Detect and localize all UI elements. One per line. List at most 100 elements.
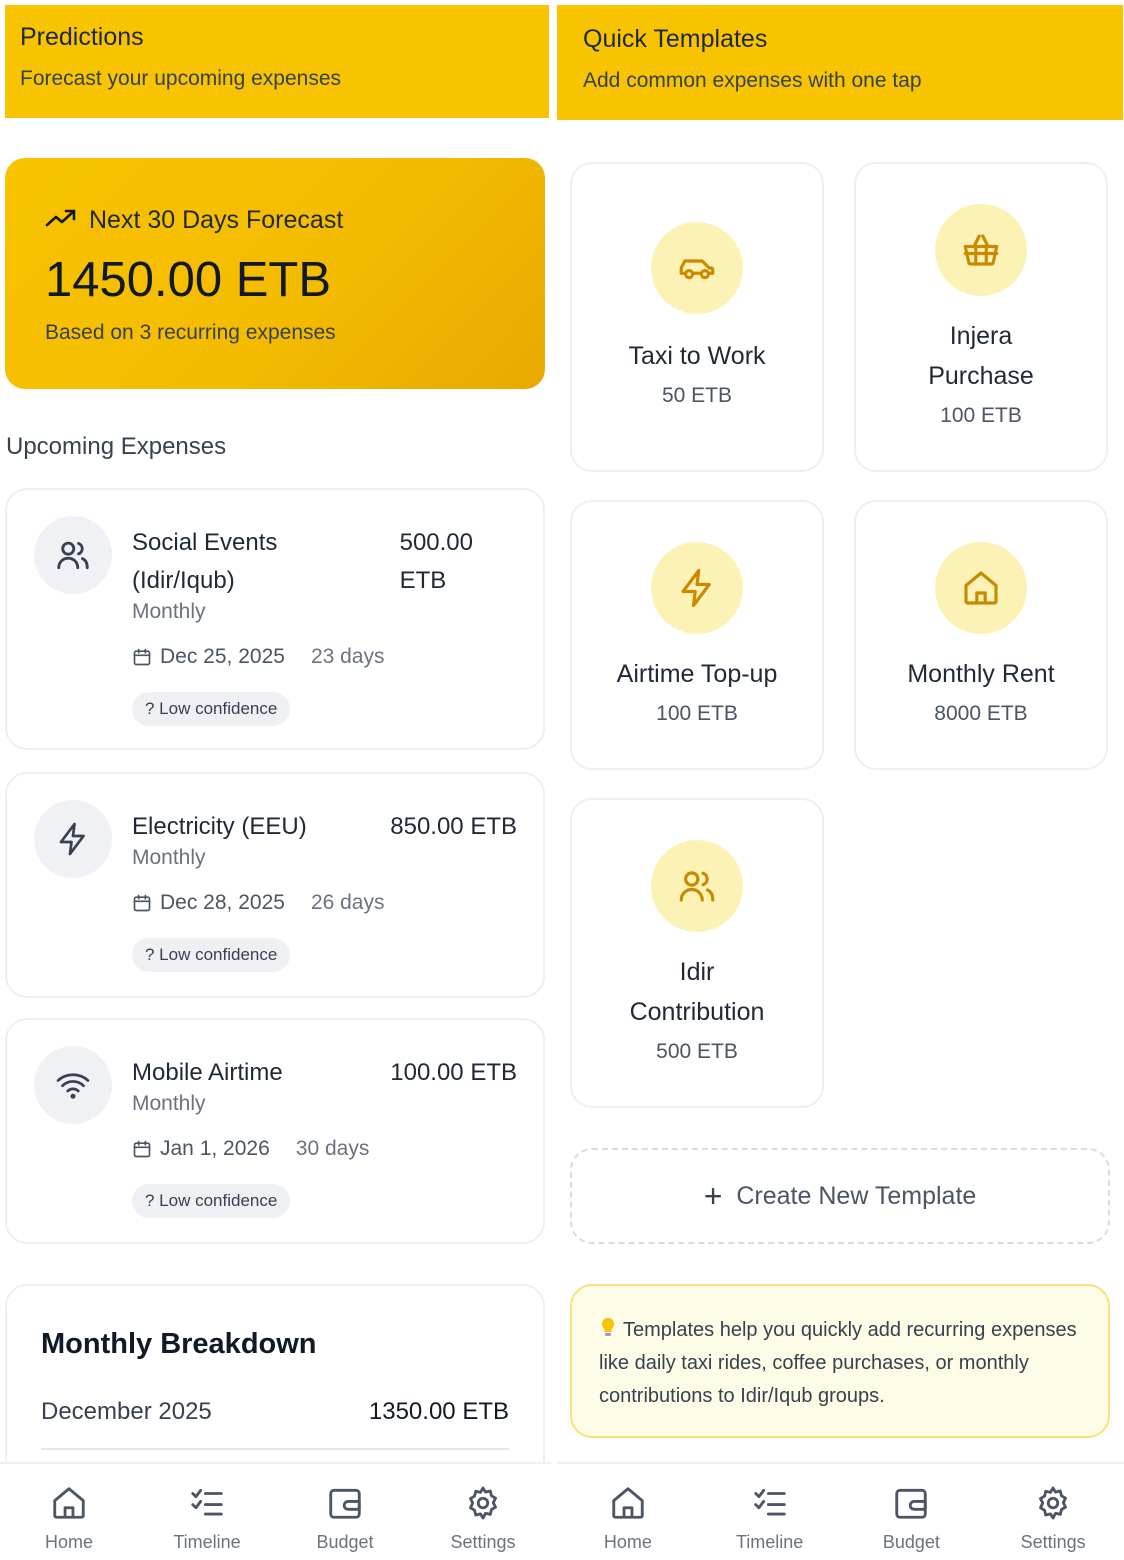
car-icon (679, 259, 715, 280)
nav-label: Budget (316, 1532, 374, 1552)
template-monthly-rent[interactable]: Monthly Rent 8000 ETB (854, 500, 1108, 770)
expense-name: Social Events (Idir/Iqub) (132, 529, 278, 594)
wallet-icon (329, 1488, 361, 1519)
expense-days-left: 23 days (310, 645, 385, 668)
calendar-icon (133, 894, 151, 912)
expense-amount: 850.00 ETB (390, 813, 517, 840)
breakdown-value: 1350.00 ETB (368, 1398, 509, 1425)
home-icon (612, 1487, 644, 1519)
nav-settings[interactable]: Settings (414, 1464, 552, 1560)
create-new-template-button[interactable]: + Create New Template (570, 1148, 1110, 1244)
home-icon (964, 571, 998, 605)
expense-card[interactable]: Social Events (Idir/Iqub) 500.00 ETB Month… (5, 488, 545, 750)
expense-date-row: Jan 1, 2026 30 days (132, 1137, 369, 1161)
template-name: Taxi to Work (628, 342, 766, 370)
create-template-label: Create New Template (736, 1181, 977, 1210)
expense-icon-circle (34, 1046, 112, 1124)
home-icon (53, 1487, 85, 1519)
template-amount: 100 ETB (656, 702, 738, 725)
breakdown-month: December 2025 (41, 1398, 212, 1425)
expense-icon-circle (34, 516, 112, 594)
bottom-nav: Home Timeline Budget Settings (0, 1462, 552, 1560)
expense-frequency: Monthly (132, 600, 206, 623)
template-icon-circle (651, 840, 743, 932)
template-name: Airtime Top-up (616, 660, 778, 688)
nav-settings[interactable]: Settings (982, 1464, 1124, 1560)
expense-name: Electricity (EEU) (132, 813, 307, 840)
template-airtime-top-up[interactable]: Airtime Top-up 100 ETB (570, 500, 824, 770)
predictions-header: Predictions Forecast your upcoming expen… (5, 5, 549, 118)
zap-icon (59, 822, 85, 856)
nav-home[interactable]: Home (0, 1464, 138, 1560)
expense-date: Jan 1, 2026 (160, 1137, 270, 1160)
users-icon (57, 541, 89, 570)
expense-name: Mobile Airtime (132, 1059, 283, 1086)
template-amount: 50 ETB (661, 384, 733, 407)
lightbulb-icon (601, 1317, 615, 1336)
nav-label: Home (44, 1532, 93, 1552)
template-idir-contribution[interactable]: Idir Contribution 500 ETB (570, 798, 824, 1108)
nav-home[interactable]: Home (557, 1464, 699, 1560)
confidence-badge: ? Low confidence (132, 1184, 291, 1218)
nav-label: Home (603, 1532, 652, 1552)
expense-date-row: Dec 28, 2025 26 days (132, 891, 385, 915)
template-name: Monthly Rent (907, 660, 1055, 688)
expense-amount: 500.00 ETB (399, 529, 473, 594)
forecast-card: Next 30 Days Forecast 1450.00 ETB Based … (5, 158, 545, 389)
users-icon (679, 871, 715, 902)
nav-timeline[interactable]: Timeline (138, 1464, 276, 1560)
list-checks-icon (753, 1488, 786, 1516)
templates-tip: Templates help you quickly add recurring… (570, 1284, 1110, 1438)
expense-frequency: Monthly (132, 1092, 206, 1115)
templates-header: Quick Templates Add common expenses with… (557, 5, 1123, 120)
template-amount: 500 ETB (656, 1040, 738, 1063)
nav-budget[interactable]: Budget (276, 1464, 414, 1560)
nav-label: Budget (882, 1532, 940, 1552)
template-icon-circle (935, 542, 1027, 634)
template-taxi-to-work[interactable]: Taxi to Work 50 ETB (570, 162, 824, 472)
expense-date-row: Dec 25, 2025 23 days (132, 645, 385, 669)
expense-card[interactable]: Mobile Airtime 100.00 ETB Monthly Jan 1,… (5, 1018, 545, 1244)
list-checks-icon (191, 1488, 223, 1516)
confidence-badge: ? Low confidence (132, 938, 291, 972)
template-name: Idir Contribution (629, 958, 765, 1026)
expense-days-left: 30 days (295, 1137, 370, 1160)
zap-icon (681, 568, 711, 608)
expense-card[interactable]: Electricity (EEU) 850.00 ETB Monthly Dec… (5, 772, 545, 998)
nav-timeline[interactable]: Timeline (699, 1464, 841, 1560)
template-injera-purchase[interactable]: Injera Purchase 100 ETB (854, 162, 1108, 472)
upcoming-expenses-title: Upcoming Expenses (6, 433, 227, 460)
breakdown-title: Monthly Breakdown (41, 1328, 317, 1360)
expense-date: Dec 25, 2025 (160, 645, 285, 668)
expense-days-left: 26 days (310, 891, 385, 914)
calendar-icon (133, 648, 151, 666)
divider (41, 1448, 509, 1450)
expense-frequency: Monthly (132, 846, 206, 869)
trending-up-icon (45, 209, 76, 227)
template-icon-circle (651, 222, 743, 314)
template-amount: 100 ETB (940, 404, 1022, 427)
plus-icon: + (703, 1178, 723, 1214)
quick-templates-screen: Quick Templates Add common expenses with… (557, 0, 1124, 1560)
template-icon-circle (651, 542, 743, 634)
nav-label: Settings (450, 1532, 516, 1552)
page-subtitle: Forecast your upcoming expenses (20, 67, 341, 90)
nav-budget[interactable]: Budget (841, 1464, 983, 1560)
template-icon-circle (935, 204, 1027, 296)
expense-amount: 100.00 ETB (390, 1059, 517, 1086)
predictions-screen: Predictions Forecast your upcoming expen… (0, 0, 552, 1560)
calendar-icon (133, 1140, 151, 1158)
wifi-icon (56, 1073, 90, 1099)
template-amount: 8000 ETB (934, 702, 1028, 725)
bottom-nav: Home Timeline Budget Settings (557, 1462, 1124, 1560)
tip-text: Templates help you quickly add recurring… (599, 1317, 1077, 1407)
gear-icon (469, 1486, 497, 1520)
nav-label: Settings (1020, 1532, 1086, 1552)
nav-label: Timeline (735, 1532, 804, 1552)
page-title: Quick Templates (583, 25, 768, 53)
page-title: Predictions (20, 23, 144, 51)
page-subtitle: Add common expenses with one tap (583, 69, 922, 92)
forecast-label: Next 30 Days Forecast (89, 206, 344, 234)
nav-label: Timeline (173, 1532, 241, 1552)
confidence-badge: ? Low confidence (132, 692, 291, 726)
